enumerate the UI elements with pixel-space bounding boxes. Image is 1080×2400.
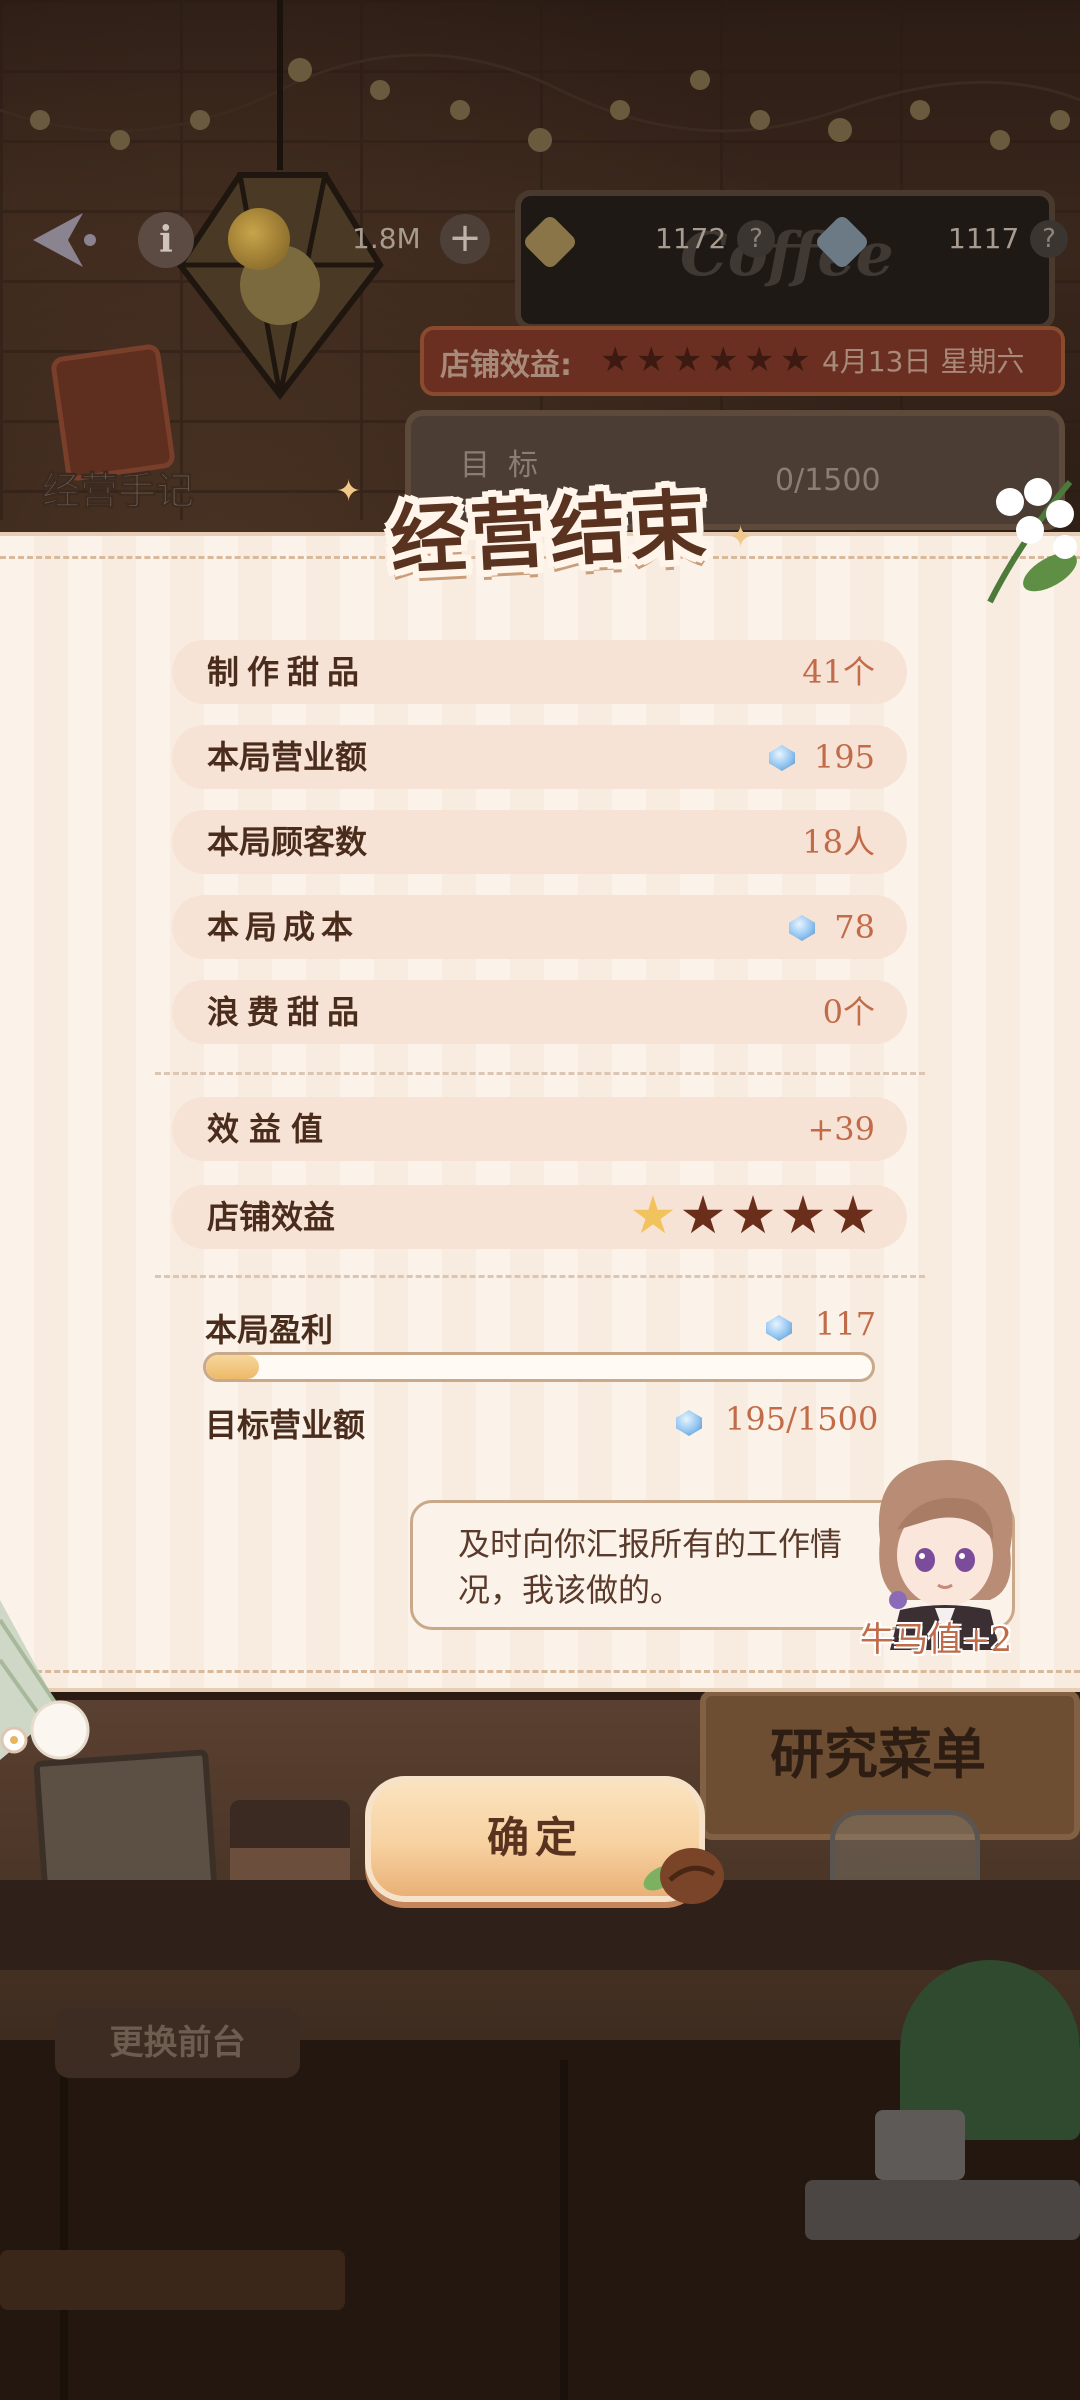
hanging-lamp — [176, 0, 384, 400]
stat-row-shop-efficiency: 店铺效益 — [172, 1185, 907, 1249]
stat-label: 制作甜品 — [207, 653, 368, 691]
stat-value: 0个 — [822, 993, 875, 1031]
add-gold-button[interactable]: + — [440, 214, 490, 264]
coffee-bean-icon — [643, 1848, 724, 1904]
journal-label[interactable]: 经营手记 — [41, 460, 194, 515]
info-icon[interactable]: i — [138, 212, 194, 268]
gold-coin-icon — [228, 208, 290, 270]
stat-row-cost: 本局成本 78 — [172, 895, 907, 959]
gem-amount-2: 1117 — [948, 222, 1020, 255]
stat-value: 41个 — [802, 653, 875, 691]
stat-value: 195 — [813, 738, 875, 776]
target-revenue-value: 195/1500 — [725, 1400, 879, 1438]
star-icon: ★ — [672, 340, 703, 380]
lace-napkin — [0, 1600, 90, 1760]
stat-row-revenue: 本局营业额 195 — [172, 725, 907, 789]
stat-label: 本局顾客数 — [207, 823, 368, 861]
gem-icon — [769, 745, 795, 771]
stat-value: 78 — [834, 908, 875, 946]
stat-label: 浪费甜品 — [207, 993, 368, 1031]
lily-of-the-valley-icon — [987, 478, 1077, 604]
stool — [0, 2250, 345, 2310]
stat-row-benefit: 效益值 +39 — [172, 1097, 907, 1161]
change-frontdesk-button[interactable]: 更换前台 — [55, 2008, 300, 2078]
reward-text: 牛马值+2 — [860, 1620, 1013, 1660]
progress-fill — [206, 1355, 260, 1379]
profit-progress-bar — [203, 1352, 875, 1382]
star-empty-icon — [782, 1195, 824, 1234]
star-empty-icon — [832, 1195, 874, 1234]
research-menu-label[interactable]: 研究菜单 — [770, 1710, 986, 1789]
section-divider — [155, 1072, 925, 1075]
stat-label: 本局营业额 — [207, 738, 368, 776]
help-icon[interactable]: ? — [1030, 220, 1068, 258]
date-label: 4月13日 星期六 — [822, 345, 1025, 378]
stat-row-wasted-desserts: 浪费甜品 0个 — [172, 980, 907, 1044]
stat-label: 本局成本 — [207, 908, 360, 946]
star-empty-icon — [682, 1195, 724, 1234]
shop-efficiency-label: 店铺效益 — [207, 1198, 336, 1236]
section-divider — [155, 1275, 925, 1278]
star-filled-icon — [632, 1195, 674, 1234]
star-icon: ★ — [600, 340, 631, 380]
target-progress: 0/1500 — [775, 463, 881, 498]
star-empty-icon — [732, 1195, 774, 1234]
help-icon[interactable]: ? — [737, 220, 775, 258]
speech-text: 及时向你汇报所有的工作情况，我该做的。 — [458, 1525, 843, 1609]
table-cloth — [805, 2180, 1080, 2240]
gem-icon — [789, 915, 815, 941]
sparkle-icon: ✦ — [728, 520, 754, 555]
gold-amount: 1.8M — [352, 222, 421, 255]
dialog-border-bottom — [0, 1670, 1080, 1673]
dialog-title: 经营结束 — [387, 479, 713, 586]
star-icon: ★ — [708, 340, 739, 380]
profit-value: 117 — [815, 1305, 877, 1343]
benefit-value: +39 — [807, 1110, 875, 1148]
back-arrow-icon[interactable] — [28, 205, 108, 275]
star-icon: ★ — [780, 340, 811, 380]
profit-label: 本局盈利 — [205, 1311, 334, 1349]
plant-pot — [875, 2110, 965, 2180]
star-icon: ★ — [744, 340, 775, 380]
stat-row-desserts-made: 制作甜品 41个 — [172, 640, 907, 704]
benefit-label: 效益值 — [207, 1110, 334, 1148]
floor-plank — [560, 2060, 568, 2400]
star-icon: ★ — [636, 340, 667, 380]
dialog-title-wrap: 经营结束 — [340, 468, 760, 598]
stat-row-customers: 本局顾客数 18人 — [172, 810, 907, 874]
floor-plank — [60, 2060, 68, 2400]
banner-shop-efficiency-label: 店铺效益: — [440, 348, 572, 383]
sparkle-icon: ✦ — [336, 474, 362, 509]
stat-value: 18人 — [802, 823, 875, 861]
target-revenue-label: 目标营业额 — [205, 1406, 366, 1444]
gem-amount-1: 1172 — [655, 222, 727, 255]
